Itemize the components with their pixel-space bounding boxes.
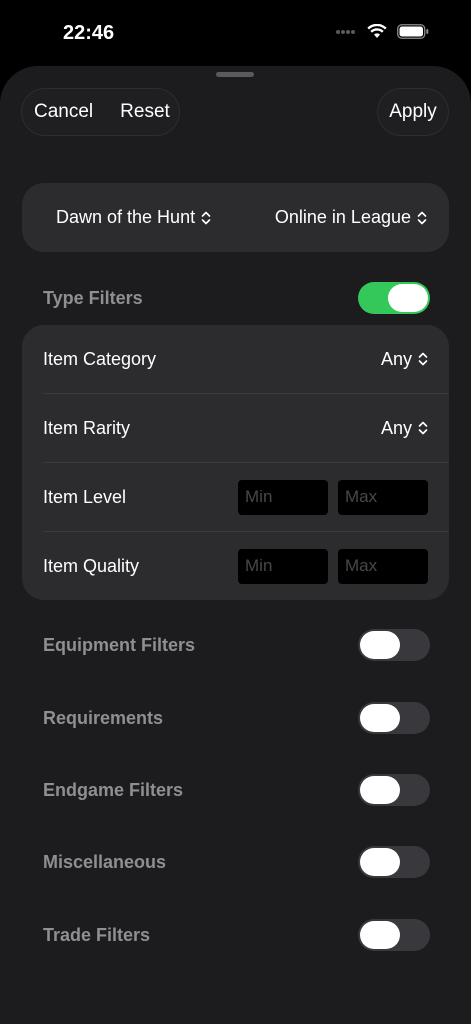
type-filters-toggle[interactable] [358,282,430,314]
chevron-up-down-icon [417,211,427,224]
equipment-filters-toggle[interactable] [358,629,430,661]
season-picker-label: Dawn of the Hunt [56,207,196,227]
status-time: 22:46 [63,22,115,44]
apply-button[interactable]: Apply [389,101,437,123]
battery-icon [397,24,429,39]
section-label: Trade Filters [43,924,151,945]
endgame-filters-header: Endgame Filters [43,774,430,806]
mode-picker-label: Online in League [274,207,411,227]
trade-filters-header: Trade Filters [43,919,430,951]
type-filters-header: Type Filters [43,282,430,314]
picker-value: Any [380,348,412,369]
item-level-max-input[interactable] [338,479,428,515]
wifi-icon [367,24,387,38]
signal-icon [336,29,355,34]
chevron-up-down-icon [418,352,428,366]
toggle-knob [360,848,400,876]
type-filters-card: Item Category Any Item Rarity Any Item L… [22,325,449,600]
apply-button-pill[interactable]: Apply [377,88,449,136]
miscellaneous-toggle[interactable] [358,846,430,878]
item-level-range [238,479,428,515]
season-picker[interactable]: Dawn of the Hunt [56,207,211,228]
row-label: Item Quality [43,555,140,576]
requirements-toggle[interactable] [358,702,430,734]
item-category-picker[interactable]: Any [381,349,428,370]
toggle-knob [360,921,400,949]
toggle-knob [360,704,400,732]
toggle-knob [360,776,400,804]
endgame-filters-toggle[interactable] [358,774,430,806]
section-label: Requirements [43,707,164,728]
mode-picker[interactable]: Online in League [275,207,427,228]
item-category-row[interactable]: Item Category Any [43,325,428,393]
picker-value: Any [380,417,412,438]
toolbar-left-group: Cancel Reset [21,88,180,136]
item-quality-row: Item Quality [43,532,428,600]
item-rarity-picker[interactable]: Any [381,418,428,439]
requirements-header: Requirements [43,702,430,734]
chevron-up-down-icon [201,211,211,224]
status-bar: 22:46 [0,0,471,66]
item-quality-min-input[interactable] [238,548,328,584]
status-icons [335,24,429,39]
chevron-up-down-icon [418,421,428,435]
toggle-knob [360,631,400,659]
miscellaneous-header: Miscellaneous [43,846,430,878]
sheet-grabber[interactable] [216,72,254,77]
row-label: Item Level [43,486,127,507]
filter-sheet: Cancel Reset Apply Dawn of the Hunt Onli… [0,66,471,1024]
section-label: Miscellaneous [43,851,167,872]
item-level-row: Item Level [43,463,428,531]
row-label: Item Category [43,348,157,369]
equipment-filters-header: Equipment Filters [43,629,430,661]
item-level-min-input[interactable] [238,479,328,515]
row-label: Item Rarity [43,417,131,438]
section-label: Type Filters [43,287,143,308]
toggle-knob [388,284,428,312]
cancel-button[interactable]: Cancel [34,101,93,123]
reset-button[interactable]: Reset [120,101,170,123]
item-quality-range [238,548,428,584]
section-label: Endgame Filters [43,779,184,800]
item-quality-max-input[interactable] [338,548,428,584]
league-card: Dawn of the Hunt Online in League [22,183,449,252]
section-label: Equipment Filters [43,634,196,655]
trade-filters-toggle[interactable] [358,919,430,951]
item-rarity-row[interactable]: Item Rarity Any [43,394,428,462]
